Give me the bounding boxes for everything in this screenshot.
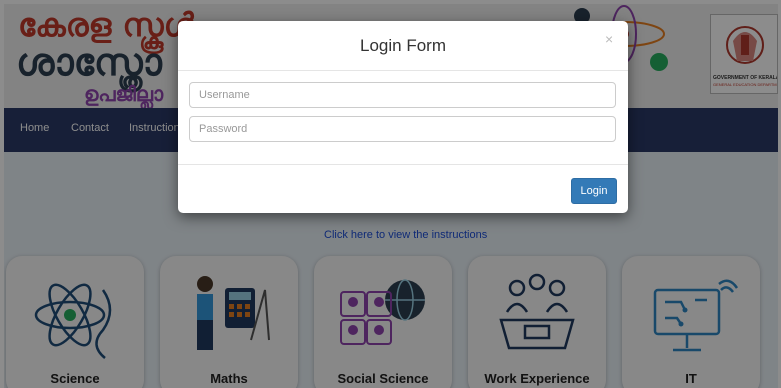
login-modal: Login Form × Login [178,21,628,213]
password-field[interactable] [189,116,616,142]
close-icon[interactable]: × [605,31,613,47]
username-field[interactable] [189,82,616,108]
modal-title: Login Form [360,36,446,55]
modal-footer: Login [178,164,628,213]
login-button[interactable]: Login [571,178,617,204]
modal-header: Login Form × [178,21,628,71]
